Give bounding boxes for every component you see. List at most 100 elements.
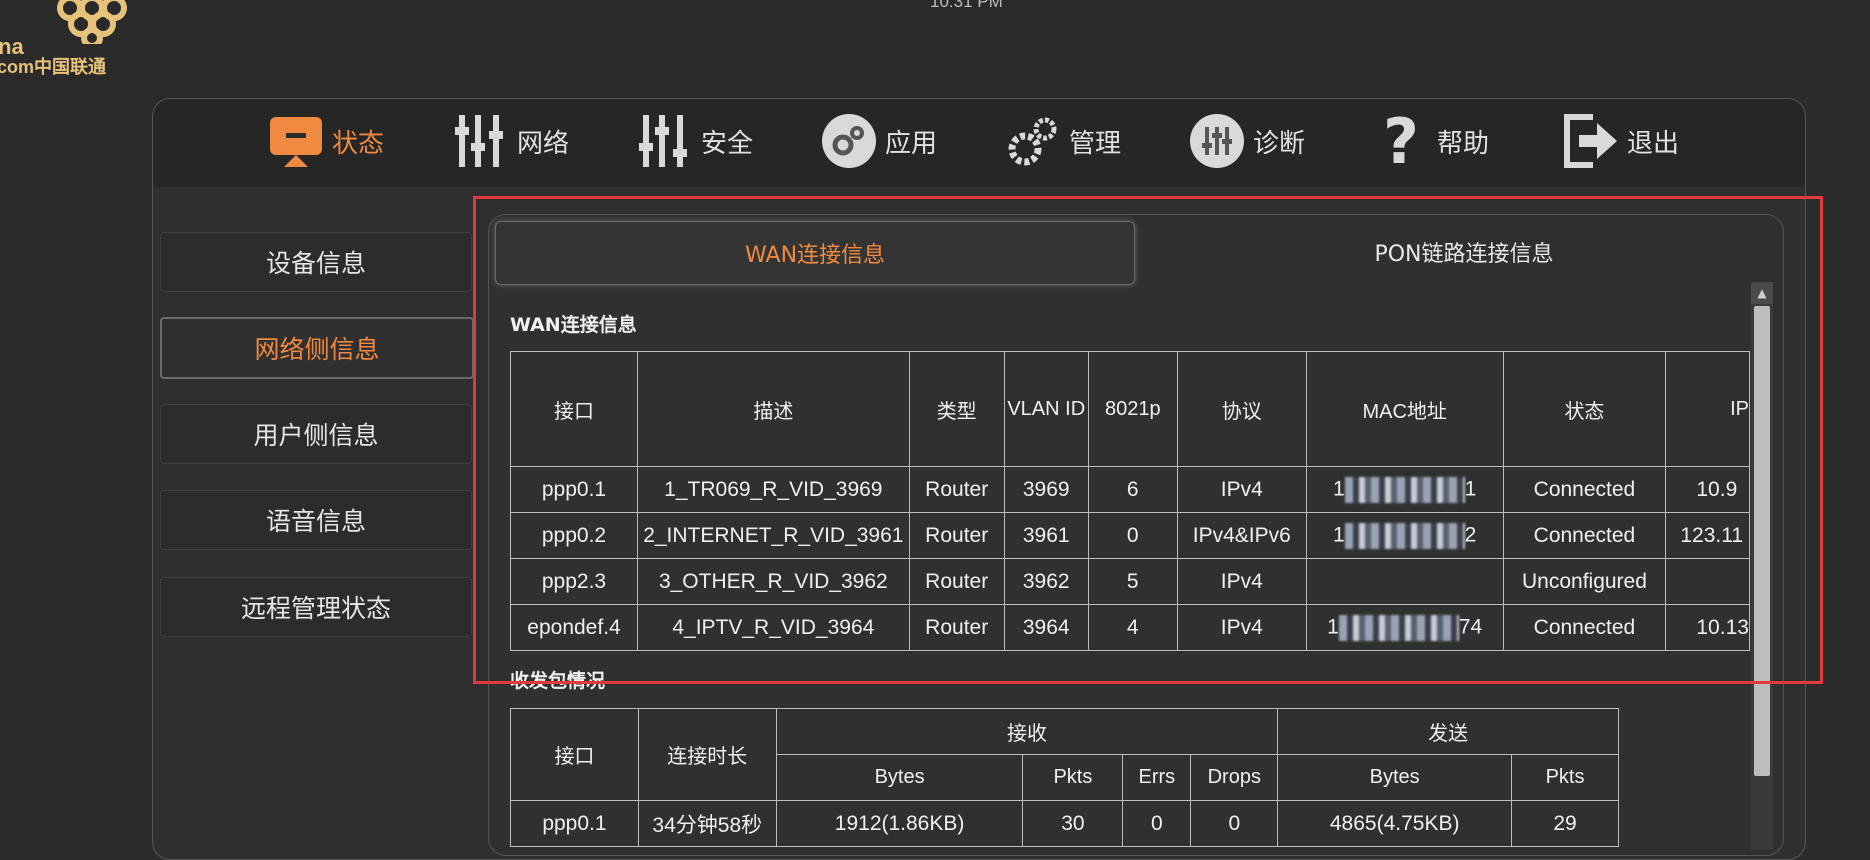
brand-line1: ina — [0, 34, 24, 59]
col-rx-errs: Errs — [1122, 754, 1192, 801]
cell: 3962 — [1003, 558, 1089, 605]
col-tx-bytes: Bytes — [1277, 754, 1513, 801]
cell: ppp0.1 — [510, 466, 638, 513]
nav-manage[interactable]: 管理 — [1005, 111, 1121, 171]
brand-line2: icom中国联通 — [0, 57, 107, 77]
col-vlan: VLAN ID — [1003, 351, 1089, 467]
table-header-row: 接口 描述 类型 VLAN ID 8021p 协议 MAC地址 状态 IP — [510, 351, 1750, 467]
unicom-knot-icon — [57, 0, 127, 44]
cell: Router — [908, 466, 1005, 513]
nav-label: 状态 — [332, 128, 385, 159]
sidebar-item-remote[interactable]: 远程管理状态 — [160, 577, 472, 637]
cell: IPv4 — [1176, 604, 1307, 651]
col-ip: IP — [1665, 351, 1750, 467]
mac-cell — [1305, 558, 1504, 605]
col-type: 类型 — [908, 351, 1005, 467]
mac-cell: 12 — [1305, 512, 1504, 559]
vertical-scrollbar[interactable]: ▲ — [1751, 282, 1773, 850]
mac-suffix: 2 — [1464, 523, 1477, 547]
tab-pon[interactable]: PON链路连接信息 — [1149, 221, 1779, 283]
logout-icon — [1563, 113, 1619, 169]
security-sliders-icon — [637, 113, 693, 169]
cell: Router — [908, 558, 1005, 605]
cell: 4_IPTV_R_VID_3964 — [637, 604, 910, 651]
cell: epondef.4 — [510, 604, 638, 651]
clock: 10:31 PM — [930, 0, 1003, 11]
nav-apps[interactable]: 应用 — [821, 111, 937, 171]
cell: 0 — [1087, 512, 1178, 559]
sidebar-item-user[interactable]: 用户侧信息 — [160, 404, 472, 464]
cell: ppp2.3 — [510, 558, 638, 605]
sidebar-item-device[interactable]: 设备信息 — [160, 232, 472, 292]
col-8021p: 8021p — [1087, 351, 1178, 467]
cell: 4 — [1087, 604, 1178, 651]
col-send: 发送 — [1277, 708, 1619, 755]
diagnose-icon — [1189, 113, 1245, 169]
cell: IPv4 — [1176, 558, 1307, 605]
cell: Connected — [1502, 604, 1667, 651]
cell: 3969 — [1003, 466, 1089, 513]
nav-label: 帮助 — [1437, 128, 1490, 159]
monitor-icon — [268, 113, 324, 169]
cell: IPv4&IPv6 — [1176, 512, 1307, 559]
col-rx-drops: Drops — [1190, 754, 1279, 801]
col-tx-pkts: Pkts — [1511, 754, 1619, 801]
nav-logout[interactable]: 退出 — [1563, 111, 1679, 171]
packets-table: 接口 连接时长 接收 发送 Bytes Pkts Errs Drops Byte… — [510, 708, 1619, 847]
mac-prefix: 1 — [1327, 615, 1339, 639]
cell: 3964 — [1003, 604, 1089, 651]
cell: 1_TR069_R_VID_3969 — [637, 466, 910, 513]
col-interface: 接口 — [510, 708, 639, 801]
mac-cell: 11 — [1305, 466, 1504, 513]
table-row: epondef.4 4_IPTV_R_VID_3964 Router 3964 … — [510, 604, 1750, 651]
table-header-row: 接口 连接时长 接收 发送 — [510, 708, 1619, 801]
col-receive: 接收 — [775, 708, 1279, 755]
mac-cell: 1 74 — [1305, 604, 1504, 651]
top-bar: ina icom中国联通 10:31 PM — [0, 0, 1870, 96]
china-unicom-logo: ina icom中国联通 — [0, 0, 150, 90]
redacted-mac — [1344, 476, 1465, 503]
network-sliders-icon — [453, 113, 509, 169]
scroll-thumb[interactable] — [1754, 306, 1770, 776]
scroll-up-arrow-icon[interactable]: ▲ — [1751, 282, 1773, 304]
wan-section-title: WAN连接信息 — [510, 314, 637, 336]
nav-label: 诊断 — [1253, 128, 1306, 159]
cell: Router — [908, 512, 1005, 559]
col-protocol: 协议 — [1176, 351, 1307, 467]
col-status: 状态 — [1502, 351, 1667, 467]
nav-label: 安全 — [701, 128, 754, 159]
question-icon: ? — [1383, 104, 1419, 178]
cell: 3961 — [1003, 512, 1089, 559]
top-nav: 状态 网络 安全 应用 管理 诊断 ? 帮助 退出 — [153, 99, 1805, 187]
table-row: ppp0.2 2_INTERNET_R_VID_3961 Router 3961… — [510, 512, 1750, 559]
nav-help[interactable]: ? 帮助 — [1373, 104, 1490, 178]
col-rx-bytes: Bytes — [775, 754, 1024, 801]
nav-status[interactable]: 状态 — [268, 111, 384, 171]
nav-label: 退出 — [1627, 128, 1680, 159]
cell: ppp0.2 — [510, 512, 638, 559]
nav-network[interactable]: 网络 — [453, 111, 569, 171]
cell: Unconfigured — [1502, 558, 1667, 605]
cell — [1665, 558, 1750, 605]
sidebar-item-network[interactable]: 网络侧信息 — [160, 317, 474, 379]
wan-table: 接口 描述 类型 VLAN ID 8021p 协议 MAC地址 状态 IP pp… — [510, 351, 1750, 651]
nav-label: 网络 — [517, 128, 570, 159]
col-rx-pkts: Pkts — [1022, 754, 1124, 801]
mac-suffix: 1 — [1464, 477, 1477, 501]
nav-security[interactable]: 安全 — [637, 111, 753, 171]
gear-icon — [1005, 113, 1061, 169]
col-description: 描述 — [637, 351, 910, 467]
cell: IPv4 — [1176, 466, 1307, 513]
cell: 10.9 — [1665, 466, 1750, 513]
cell: 6 — [1087, 466, 1178, 513]
sidebar-item-voice[interactable]: 语音信息 — [160, 490, 472, 550]
mac-prefix: 1 — [1332, 523, 1345, 547]
col-mac: MAC地址 — [1305, 351, 1504, 467]
cell: Connected — [1502, 466, 1667, 513]
tab-wan[interactable]: WAN连接信息 — [495, 221, 1135, 285]
col-interface: 接口 — [510, 351, 638, 467]
redacted-mac — [1344, 522, 1465, 549]
packets-section-title: 收发包情况 — [510, 670, 606, 692]
nav-diagnose[interactable]: 诊断 — [1189, 111, 1305, 171]
cell: 3_OTHER_R_VID_3962 — [637, 558, 910, 605]
